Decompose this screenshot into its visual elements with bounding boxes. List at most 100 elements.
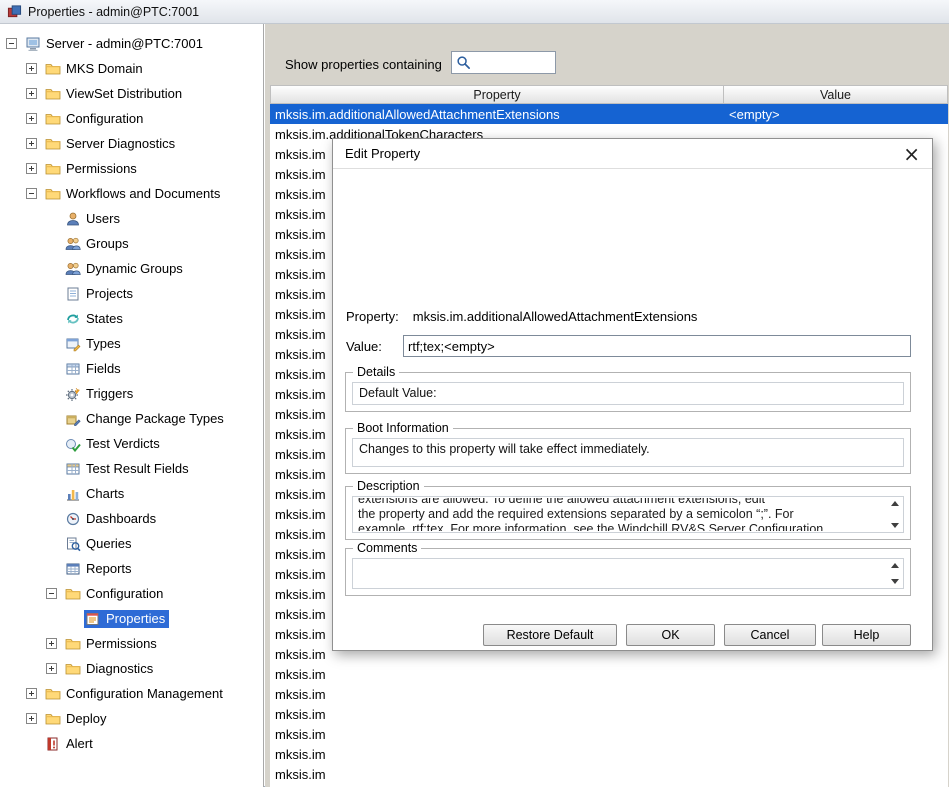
expand-icon[interactable]	[26, 713, 37, 724]
tree-node[interactable]: Users	[64, 210, 124, 228]
tree-node[interactable]: Workflows and Documents	[44, 185, 224, 203]
tree-node[interactable]: Test Result Fields	[64, 460, 193, 478]
tree-node[interactable]: Configuration	[64, 585, 167, 603]
scroll-up-icon[interactable]	[891, 563, 899, 568]
tree-node[interactable]: Permissions	[44, 160, 141, 178]
tree-item-states[interactable]: States	[0, 306, 263, 331]
tree-node[interactable]: Test Verdicts	[64, 435, 164, 453]
scroll-down-icon[interactable]	[891, 579, 899, 584]
tree-item-types[interactable]: Types	[0, 331, 263, 356]
tree-node[interactable]: Dashboards	[64, 510, 160, 528]
expand-icon[interactable]	[46, 663, 57, 674]
tree-node[interactable]: Reports	[64, 560, 136, 578]
tree-node[interactable]: Dynamic Groups	[64, 260, 187, 278]
tree-item-viewset-distribution[interactable]: ViewSet Distribution	[0, 81, 263, 106]
tree-node[interactable]: States	[64, 310, 127, 328]
tree-node[interactable]: Diagnostics	[64, 660, 157, 678]
help-button[interactable]: Help	[822, 624, 911, 646]
comments-scrollbar[interactable]	[887, 560, 902, 587]
tree-item-label: MKS Domain	[66, 61, 143, 76]
tree-item-properties[interactable]: Properties	[0, 606, 263, 631]
tree-item-configuration[interactable]: Configuration	[0, 106, 263, 131]
column-header-property[interactable]: Property	[270, 85, 724, 104]
table-row[interactable]: mksis.im.additionalAllowedAttachmentExte…	[270, 104, 948, 124]
column-header-value[interactable]: Value	[724, 85, 948, 104]
tree-node[interactable]: Fields	[64, 360, 125, 378]
title-bar[interactable]: Properties - admin@PTC:7001	[0, 0, 949, 24]
scroll-up-icon[interactable]	[891, 501, 899, 506]
tree-item-workflows-and-documents[interactable]: Workflows and Documents	[0, 181, 263, 206]
ok-button[interactable]: OK	[626, 624, 715, 646]
collapse-icon[interactable]	[26, 188, 37, 199]
tree-node[interactable]: Types	[64, 335, 125, 353]
tree-node[interactable]: Change Package Types	[64, 410, 228, 428]
cancel-button[interactable]: Cancel	[724, 624, 816, 646]
tree-item-dynamic-groups[interactable]: Dynamic Groups	[0, 256, 263, 281]
tree-item-alert[interactable]: Alert	[0, 731, 263, 756]
tree-node[interactable]: MKS Domain	[44, 60, 147, 78]
expand-icon[interactable]	[26, 163, 37, 174]
table-row[interactable]: mksis.im	[270, 764, 948, 784]
search-input[interactable]	[471, 52, 555, 73]
tree-item-configuration-management[interactable]: Configuration Management	[0, 681, 263, 706]
tree-item-deploy[interactable]: Deploy	[0, 706, 263, 731]
scroll-down-icon[interactable]	[891, 523, 899, 528]
tree-node[interactable]: Charts	[64, 485, 128, 503]
value-input[interactable]	[403, 335, 911, 357]
tree-item-diagnostics[interactable]: Diagnostics	[0, 656, 263, 681]
table-row[interactable]: mksis.im	[270, 704, 948, 724]
tree-item-triggers[interactable]: Triggers	[0, 381, 263, 406]
tree-item-server-admin-ptc-7001[interactable]: Server - admin@PTC:7001	[0, 31, 263, 56]
tree-item-test-result-fields[interactable]: Test Result Fields	[0, 456, 263, 481]
tree-item-charts[interactable]: Charts	[0, 481, 263, 506]
tree-node[interactable]: Groups	[64, 235, 133, 253]
tree-node[interactable]: Configuration Management	[44, 685, 227, 703]
tree-node[interactable]: Triggers	[64, 385, 137, 403]
tree-node[interactable]: Alert	[44, 735, 97, 753]
tree-node[interactable]: Queries	[64, 535, 136, 553]
expand-icon[interactable]	[46, 638, 57, 649]
tree-item-mks-domain[interactable]: MKS Domain	[0, 56, 263, 81]
tree-node[interactable]: Properties	[84, 610, 169, 628]
description-line: extensions are allowed. To define the al…	[358, 498, 883, 507]
tree-item-queries[interactable]: Queries	[0, 531, 263, 556]
tree-node[interactable]: Server - admin@PTC:7001	[24, 35, 207, 53]
tree-node[interactable]: ViewSet Distribution	[44, 85, 186, 103]
comments-text-area[interactable]	[352, 558, 904, 589]
tree-item-test-verdicts[interactable]: Test Verdicts	[0, 431, 263, 456]
restore-default-button[interactable]: Restore Default	[483, 624, 617, 646]
tree-item-reports[interactable]: Reports	[0, 556, 263, 581]
tree-item-configuration[interactable]: Configuration	[0, 581, 263, 606]
tree-item-groups[interactable]: Groups	[0, 231, 263, 256]
table-row[interactable]: mksis.im	[270, 664, 948, 684]
tree-item-change-package-types[interactable]: Change Package Types	[0, 406, 263, 431]
dialog-title-bar[interactable]: Edit Property ×	[333, 139, 932, 169]
tree-item-label: Test Result Fields	[86, 461, 189, 476]
expand-icon[interactable]	[26, 113, 37, 124]
table-row[interactable]: mksis.im	[270, 744, 948, 764]
tree-item-dashboards[interactable]: Dashboards	[0, 506, 263, 531]
expand-icon[interactable]	[26, 88, 37, 99]
expand-icon[interactable]	[26, 138, 37, 149]
tree-item-permissions[interactable]: Permissions	[0, 631, 263, 656]
tree-item-fields[interactable]: Fields	[0, 356, 263, 381]
collapse-icon[interactable]	[46, 588, 57, 599]
expand-icon[interactable]	[26, 688, 37, 699]
tree-node[interactable]: Server Diagnostics	[44, 135, 179, 153]
tree-node[interactable]: Deploy	[44, 710, 110, 728]
collapse-icon[interactable]	[6, 38, 17, 49]
tree-node[interactable]: Permissions	[64, 635, 161, 653]
tree-item-users[interactable]: Users	[0, 206, 263, 231]
close-icon[interactable]: ×	[903, 144, 920, 164]
tree-node[interactable]: Projects	[64, 285, 137, 303]
table-row[interactable]: mksis.im	[270, 684, 948, 704]
expand-icon[interactable]	[26, 63, 37, 74]
tree-node[interactable]: Configuration	[44, 110, 147, 128]
search-box[interactable]	[451, 51, 556, 74]
tree-item-server-diagnostics[interactable]: Server Diagnostics	[0, 131, 263, 156]
description-text-area[interactable]: extensions are allowed. To define the al…	[352, 496, 904, 533]
tree-item-permissions[interactable]: Permissions	[0, 156, 263, 181]
table-row[interactable]: mksis.im	[270, 724, 948, 744]
description-scrollbar[interactable]	[887, 498, 902, 531]
tree-item-projects[interactable]: Projects	[0, 281, 263, 306]
